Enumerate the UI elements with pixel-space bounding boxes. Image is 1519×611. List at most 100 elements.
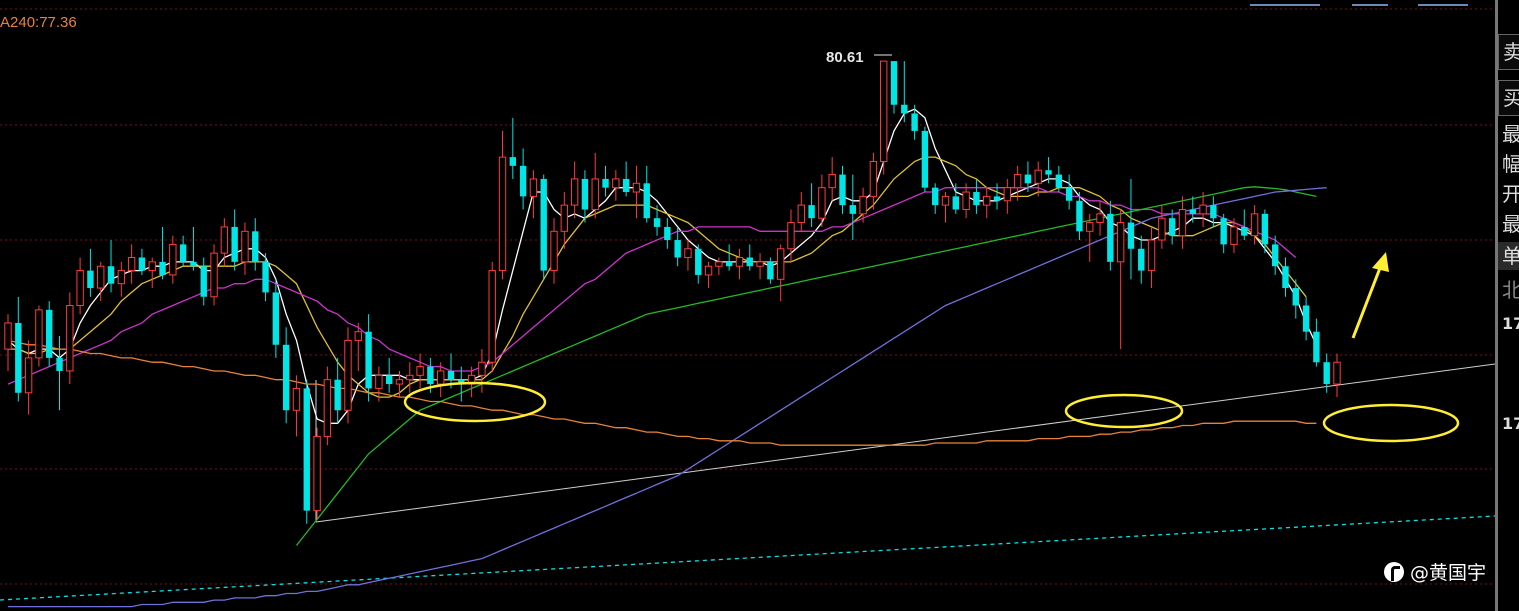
candle-body-7 [76,270,84,307]
candle-body-64 [664,226,671,241]
side-item-latest: 最 [1502,122,1519,146]
price-axis-label-lower: 17 [1502,414,1519,433]
side-item-single[interactable]: 单 [1498,242,1519,270]
candle-body-48 [498,156,507,272]
candle-body-26 [272,292,280,345]
side-item-buy[interactable]: 买 [1498,80,1519,116]
candle-body-72 [746,257,753,267]
toolbar-tab-3[interactable] [1418,0,1468,6]
candle-body-38 [395,379,404,385]
candle-body-121 [1250,213,1259,237]
toolbar-tab-2[interactable] [1352,0,1388,6]
candle-body-1 [15,322,22,393]
candle-body-42 [437,370,445,385]
ma240-line [7,339,1317,446]
candle-body-82 [849,205,856,214]
candle-body-97 [1003,187,1012,202]
candle-body-101 [1045,170,1052,175]
candle-body-50 [519,165,527,197]
watermark-text: @黄国宇 [1410,562,1487,584]
candle-body-24 [252,231,259,262]
candle-body-126 [1302,305,1310,332]
annotation-ellipse-left [403,381,547,423]
candle-body-107 [1107,213,1114,262]
candle-body-122 [1261,213,1269,245]
candle-body-80 [828,174,836,189]
candlestick-chart: 80.61 [0,8,1495,608]
candle-body-71 [735,256,744,267]
candle-body-11 [117,270,126,285]
candle-body-5 [56,357,63,371]
watermark: @黄国宇 [1384,558,1486,585]
candle-body-106 [1096,213,1104,224]
candle-body-10 [107,266,115,284]
candle-body-123 [1271,244,1279,267]
candle-body-104 [1076,200,1083,232]
candle-body-3 [35,309,43,359]
candle-body-32 [334,379,341,411]
candle-body-8 [87,270,94,289]
candle-body-34 [354,331,362,341]
candle-body-41 [427,366,434,385]
candle-body-20 [210,252,218,298]
side-item-north: 北 [1502,278,1519,302]
candle-body-116 [1199,204,1207,215]
candle-body-90 [932,187,939,206]
candle-body-69 [715,261,723,267]
candle-body-35 [365,331,372,389]
candle-body-108 [1116,222,1125,263]
toolbar-tab-1[interactable] [1250,0,1320,6]
side-item-open: 开 [1502,182,1519,206]
annotation-arrow-head [1372,252,1389,272]
candle-body-2 [24,357,33,394]
candle-body-27 [282,344,290,411]
candle-body-65 [674,240,681,258]
quote-side-panel: 卖 买 最 幅 开 最 单 北 17 17 [1495,0,1519,611]
candle-body-67 [695,248,702,275]
candle-body-29 [303,388,310,511]
candle-body-61 [632,182,641,193]
annotations [403,54,1460,443]
side-item-sell[interactable]: 卖 [1498,34,1519,70]
candle-body-76 [787,222,795,250]
candle-body-14 [148,261,156,272]
candle-body-12 [127,256,136,272]
price-axis-label-upper: 17 [1502,314,1519,333]
candle-body-92 [952,196,960,210]
ma120-line [8,187,1327,608]
candle-body-53 [550,230,558,272]
candle-body-13 [138,257,146,271]
candle-body-77 [797,204,805,224]
candle-body-91 [941,195,950,206]
annotation-ellipse-middle [1064,393,1184,429]
candle-body-15 [159,261,166,275]
candle-body-22 [231,226,238,262]
candle-body-98 [1013,174,1022,189]
top-toolbar[interactable] [1240,0,1495,6]
candle-body-0 [4,322,12,350]
grid-lines [0,8,1495,585]
candle-body-93 [962,191,970,210]
candle-body-128 [1323,362,1330,385]
candle-body-52 [540,178,547,271]
candle-body-94 [973,192,980,206]
candle-body-105 [1086,222,1094,232]
candle-body-95 [983,195,991,206]
candle-body-49 [509,157,517,166]
candle-body-99 [1024,174,1032,184]
trend-lines [0,363,1495,601]
candle-body-87 [901,104,908,114]
candle-body-60 [622,178,630,193]
candle-body-102 [1055,174,1063,188]
candle-body-33 [344,339,352,411]
candle-body-54 [560,204,569,232]
candle-body-28 [292,387,301,411]
candle-body-125 [1292,288,1299,306]
candle-body-114 [1178,208,1187,237]
candles [4,60,1341,524]
candle-body-18 [190,261,197,267]
candle-body-84 [869,160,878,197]
candle-body-63 [653,218,661,227]
candle-body-96 [993,196,1001,201]
candle-body-58 [602,178,609,188]
